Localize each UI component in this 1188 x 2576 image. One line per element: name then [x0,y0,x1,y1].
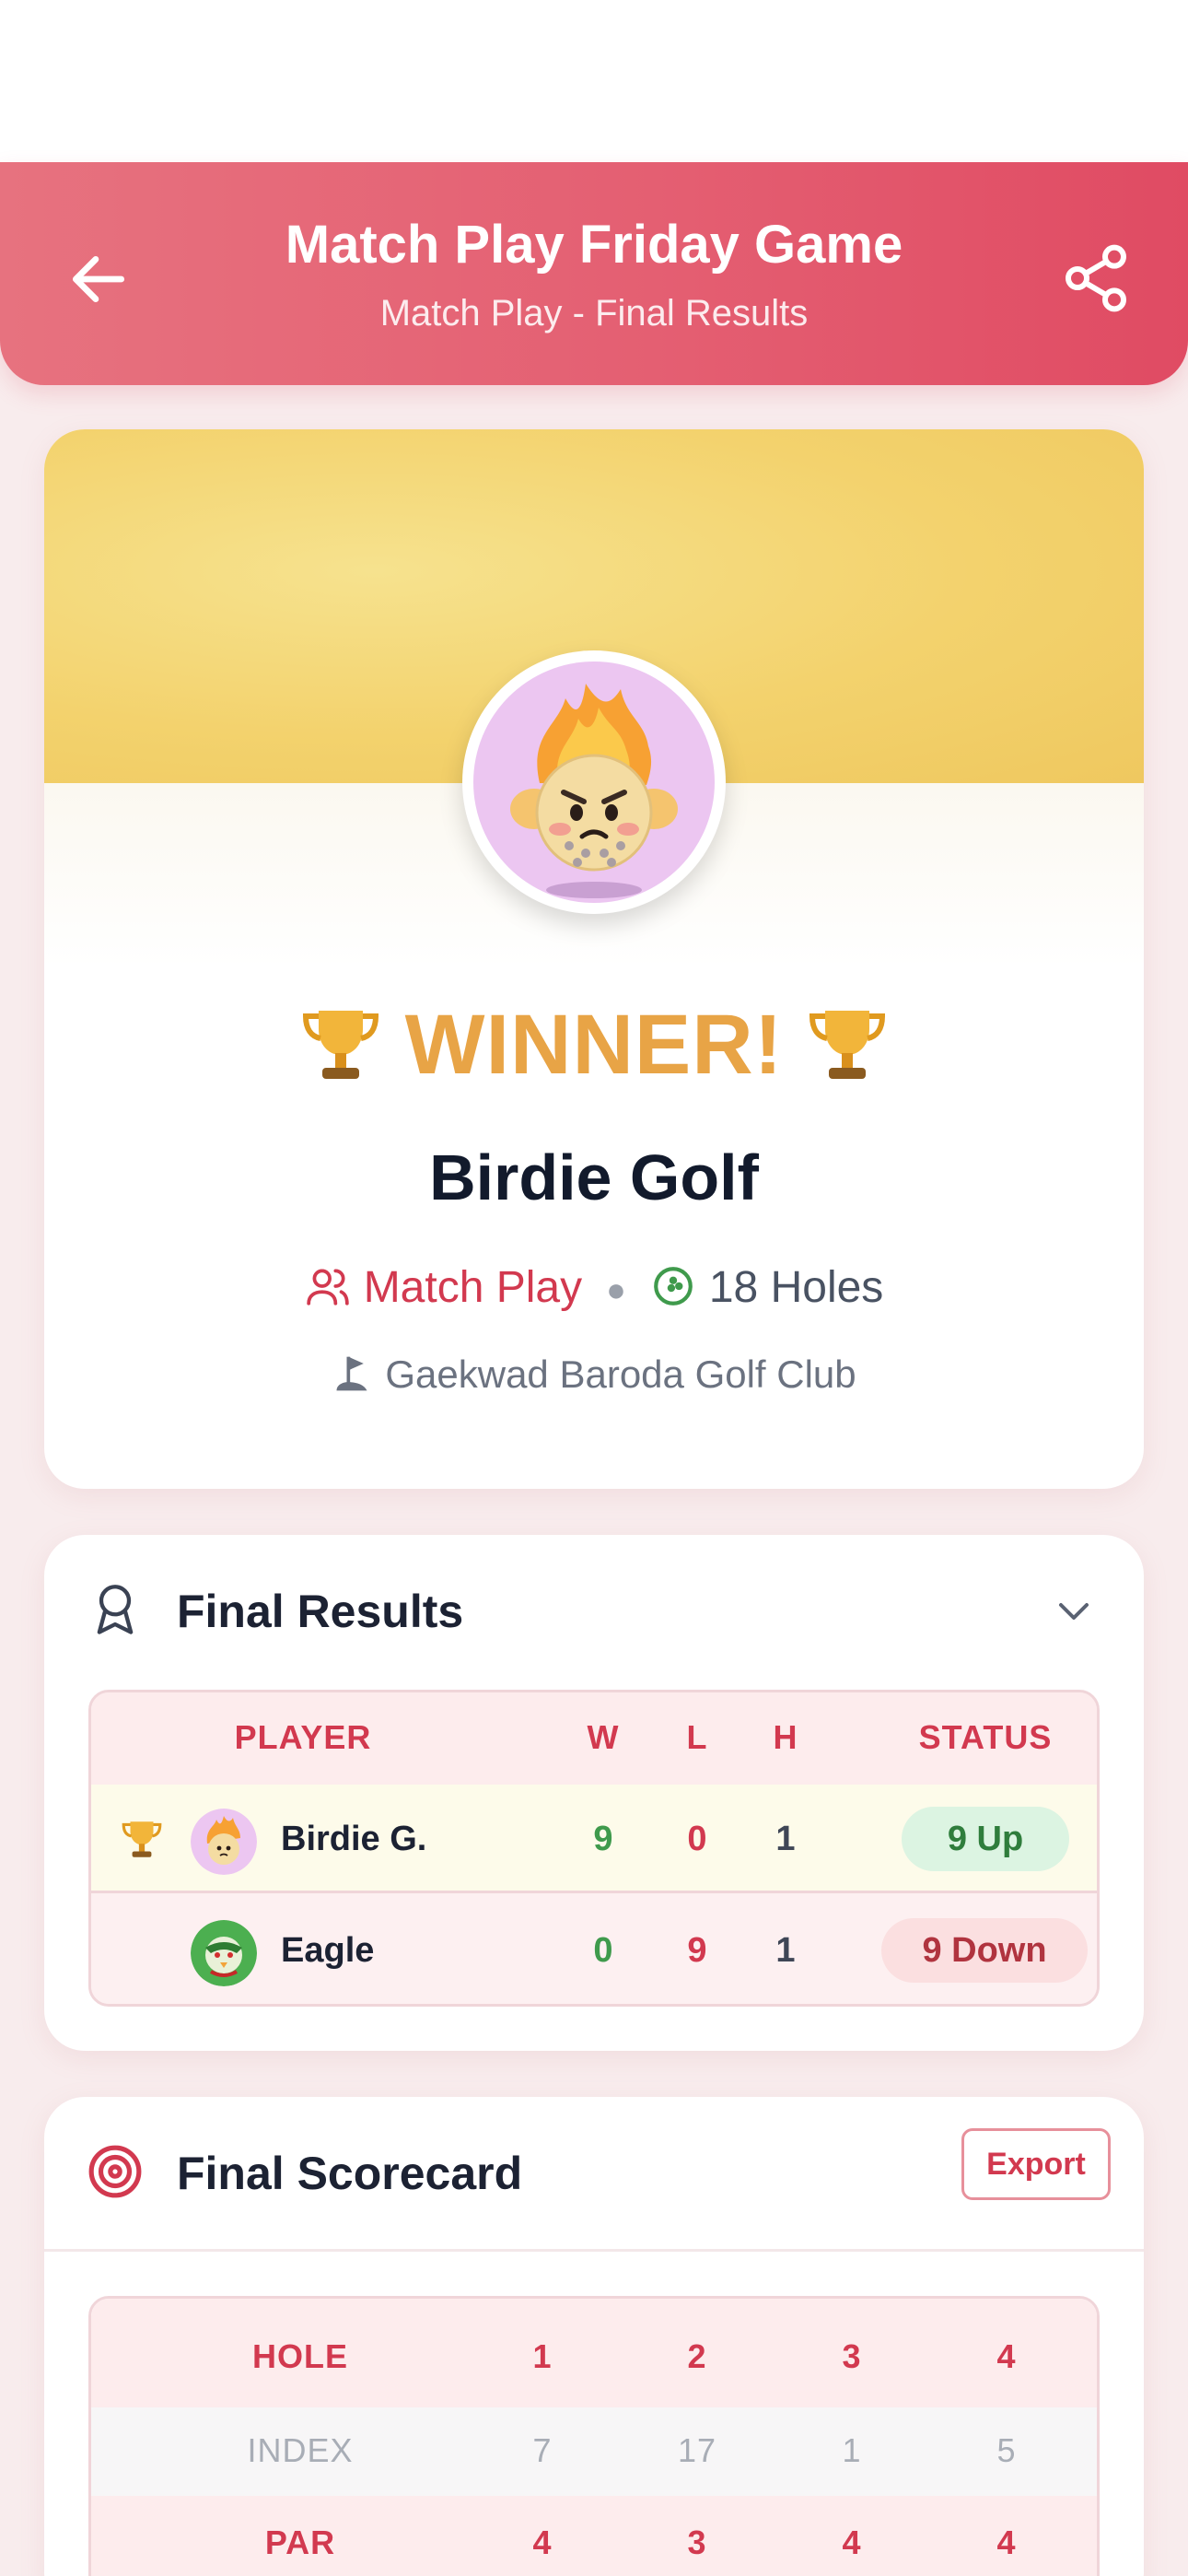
winner-heading: WINNER! [44,997,1144,1095]
page-title: Match Play Friday Game [285,215,903,275]
fire-golfball-avatar-icon [191,1809,257,1875]
hole-number: 4 [996,2337,1017,2375]
hole-number: 1 [532,2337,553,2375]
final-scorecard-title: Final Scorecard [177,2148,523,2199]
status-badge: 9 Down [881,1918,1088,1983]
player-name: Birdie G. [281,1820,427,1858]
player-avatar [191,1920,257,1986]
scorecard-table: HOLE 1 2 3 4 INDEX 7 17 1 5 PAR 4 3 4 4 [88,2296,1100,2576]
results-table: PLAYER W L H STATUS Birdie G. 9 0 1 9 Up… [88,1690,1100,2007]
winner-avatar [462,650,726,914]
column-header-h: H [773,1718,798,1756]
table-row[interactable]: Birdie G. 9 0 1 9 Up [91,1785,1097,1893]
trophy-icon [302,1010,379,1079]
award-icon [97,1585,134,1634]
column-header-w: W [587,1718,620,1756]
golf-flag-icon [336,1356,367,1391]
page-subtitle: Match Play - Final Results [379,293,809,334]
final-results-title: Final Results [177,1586,464,1637]
hole-number: 2 [687,2337,707,2375]
index-label: INDEX [247,2431,354,2469]
scorecard-hole-row: HOLE 1 2 3 4 [91,2299,1097,2407]
winner-card: WINNER! Birdie Golf Match Play ● 18 Holes… [44,429,1144,1489]
results-table-header: PLAYER W L H STATUS [91,1692,1097,1785]
chevron-down-icon[interactable] [1052,1588,1096,1633]
par-value: 4 [532,2523,553,2561]
trophy-icon [122,1821,162,1857]
player-avatar [191,1809,257,1875]
wins-value: 9 [593,1820,613,1858]
table-row[interactable]: Eagle 0 9 1 9 Down [91,1896,1097,2004]
losses-value: 9 [687,1931,707,1970]
target-icon [88,2145,142,2198]
status-badge: 9 Up [902,1807,1069,1871]
game-meta: Match Play ● 18 Holes [44,1262,1144,1313]
index-value: 1 [842,2431,862,2469]
game-mode: Match Play [363,1263,583,1312]
fire-golfball-mascot-icon [510,684,678,898]
halves-value: 1 [775,1820,796,1858]
hole-number: 3 [842,2337,862,2375]
users-icon [306,1269,349,1306]
wins-value: 0 [593,1931,613,1970]
final-scorecard-card: Final Scorecard Export HOLE 1 2 3 4 INDE… [44,2097,1144,2576]
par-value: 4 [842,2523,862,2561]
scorecard-index-row: INDEX 7 17 1 5 [91,2407,1097,2496]
final-results-header[interactable]: Final Results [44,1535,1144,1682]
par-value: 3 [687,2523,707,2561]
status-bar-area [0,0,1188,164]
halves-value: 1 [775,1931,796,1970]
losses-value: 0 [687,1820,707,1858]
par-value: 4 [996,2523,1017,2561]
final-scorecard-header: Final Scorecard Export [44,2097,1144,2252]
export-button[interactable]: Export [961,2128,1111,2200]
winner-label: WINNER! [404,998,784,1092]
index-value: 17 [677,2431,717,2469]
scorecard-par-row: PAR 4 3 4 4 [91,2496,1097,2576]
hole-label: HOLE [251,2337,348,2375]
club-name: Gaekwad Baroda Golf Club [385,1352,856,1396]
holes-count: 18 Holes [708,1263,884,1312]
share-icon[interactable] [1059,241,1133,315]
par-label: PAR [264,2523,336,2561]
column-header-status: STATUS [918,1718,1053,1756]
golf-ball-icon [654,1267,693,1306]
app-header: Match Play Friday Game Match Play - Fina… [0,162,1188,385]
final-results-card: Final Results PLAYER W L H STATUS Birdie… [44,1535,1144,2051]
player-name: Eagle [281,1931,375,1970]
column-header-l: L [686,1718,708,1756]
index-value: 5 [996,2431,1017,2469]
column-header-player: PLAYER [234,1718,372,1756]
winner-name: Birdie Golf [429,1142,759,1213]
trophy-icon [809,1010,886,1079]
eagle-avatar-icon [191,1920,257,1986]
club-info: Gaekwad Baroda Golf Club [44,1352,1144,1398]
index-value: 7 [532,2431,553,2469]
